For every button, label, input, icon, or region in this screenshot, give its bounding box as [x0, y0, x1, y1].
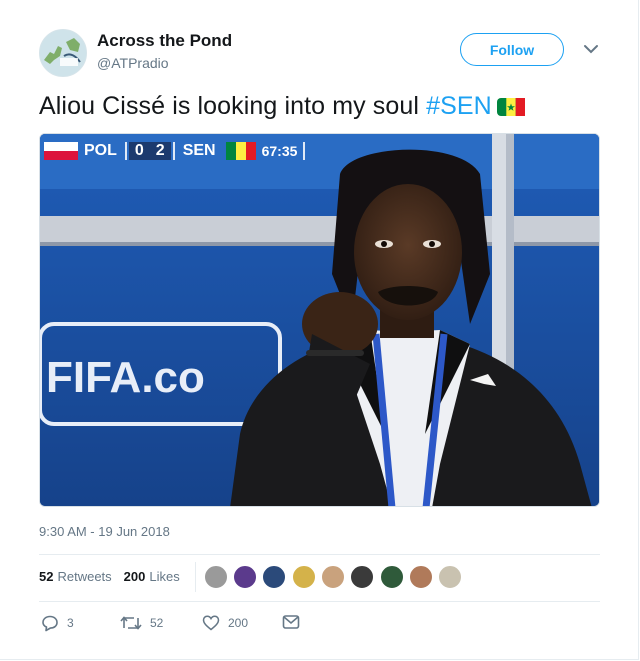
- tweet-card: Across the Pond @ATPradio Follow Aliou C…: [0, 0, 639, 660]
- scoreboard-divider: [172, 142, 175, 160]
- reply-button[interactable]: 3: [41, 614, 74, 632]
- liker-avatar[interactable]: [204, 565, 228, 589]
- divider: [39, 601, 600, 602]
- retweet-button[interactable]: 52: [120, 614, 163, 632]
- scoreboard-divider: [124, 142, 127, 160]
- poland-flag-icon: [44, 142, 78, 160]
- likes-count: 200: [123, 569, 146, 584]
- follow-button[interactable]: Follow: [460, 33, 564, 66]
- like-button[interactable]: 200: [202, 614, 248, 632]
- divider: [39, 554, 600, 555]
- likes-label: Likes: [149, 569, 180, 584]
- map-avatar-icon: [40, 30, 86, 76]
- tweet-photo[interactable]: FIFA.co POL 0 2 SEN 67:35: [39, 133, 600, 507]
- chevron-down-icon[interactable]: [582, 42, 600, 56]
- liker-avatar[interactable]: [409, 565, 433, 589]
- liker-avatar[interactable]: [233, 565, 257, 589]
- like-count: 200: [228, 616, 249, 630]
- engagement-stats: 52 Retweets 200 Likes: [39, 569, 180, 584]
- liker-avatar[interactable]: [262, 565, 286, 589]
- fifa-board-text: FIFA.co: [46, 353, 205, 402]
- retweets-label: Retweets: [57, 569, 112, 584]
- likes-stat[interactable]: 200 Likes: [124, 569, 180, 584]
- retweets-stat[interactable]: 52 Retweets: [39, 569, 112, 584]
- direct-message-button[interactable]: [282, 614, 300, 630]
- tweet-body: Aliou Cissé is looking into my soul: [39, 92, 427, 120]
- tweet-timestamp[interactable]: 9:30 AM - 19 Jun 2018: [39, 524, 170, 539]
- retweets-count: 52: [39, 569, 54, 584]
- team-home: POL: [84, 142, 117, 159]
- reply-count: 3: [67, 616, 74, 630]
- score-away: 2: [149, 142, 171, 160]
- senegal-flag-small-icon: [225, 142, 256, 160]
- reply-icon: [42, 615, 58, 632]
- score-home: 0: [128, 142, 150, 160]
- liker-avatar[interactable]: [380, 565, 404, 589]
- liker-avatar[interactable]: [350, 565, 374, 589]
- senegal-flag-icon: [496, 98, 525, 117]
- divider: [195, 562, 196, 592]
- hashtag-link[interactable]: #SEN: [426, 92, 492, 120]
- team-away: SEN: [182, 142, 216, 159]
- match-clock: 67:35: [261, 143, 298, 159]
- liker-avatar[interactable]: [292, 565, 316, 589]
- heart-icon: [202, 615, 220, 631]
- photo-scene: FIFA.co: [40, 134, 599, 506]
- user-handle[interactable]: @ATPradio: [97, 55, 169, 71]
- liker-avatar[interactable]: [321, 565, 345, 589]
- display-name[interactable]: Across the Pond: [97, 31, 232, 51]
- retweet-count: 52: [150, 616, 164, 630]
- liker-avatar[interactable]: [438, 565, 462, 589]
- avatar[interactable]: [39, 29, 87, 77]
- retweet-icon: [120, 616, 142, 630]
- tweet-text: Aliou Cissé is looking into my soul #SEN: [39, 92, 525, 121]
- scoreboard-divider: [303, 142, 306, 160]
- envelope-icon: [282, 615, 300, 629]
- scoreboard-overlay: POL 0 2 SEN 67:35: [40, 139, 307, 163]
